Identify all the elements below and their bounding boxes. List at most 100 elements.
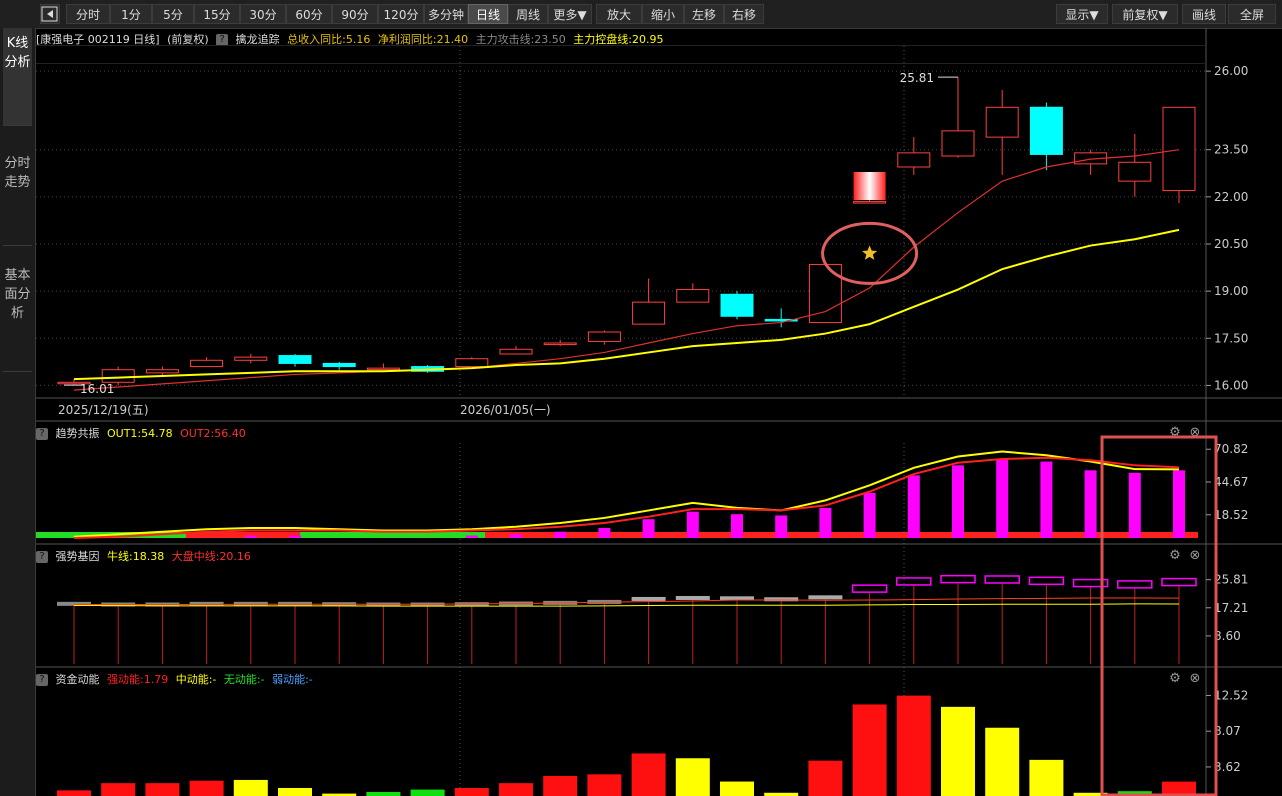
high-label: 25.81 xyxy=(900,71,934,85)
bar xyxy=(1084,470,1097,538)
y-tick-label: 3.62 xyxy=(1214,760,1241,774)
candle-body xyxy=(1162,106,1196,192)
fund-bar xyxy=(1029,759,1064,796)
y-tick-label: 19.00 xyxy=(1214,284,1248,298)
candle-body xyxy=(543,342,577,346)
fund-bar xyxy=(233,779,268,796)
fund-bar xyxy=(189,780,224,796)
fund-bar xyxy=(410,789,445,796)
candle-body xyxy=(499,348,533,355)
date-label: 2026/01/05(一) xyxy=(460,403,551,417)
gene-bar xyxy=(851,584,888,593)
candle-body xyxy=(1029,106,1063,155)
candle-body xyxy=(234,356,268,361)
candle-body xyxy=(720,293,754,317)
bar xyxy=(819,507,832,538)
gene-bar xyxy=(896,577,932,586)
y-tick-label: 8.60 xyxy=(1214,629,1241,643)
y-tick-label: 70.82 xyxy=(1214,442,1248,456)
bar xyxy=(1128,472,1141,538)
bar xyxy=(731,514,743,538)
bar xyxy=(996,459,1009,538)
bar xyxy=(1173,470,1185,538)
fund-bar xyxy=(57,790,91,796)
gene-bar xyxy=(1028,576,1065,586)
fund-bar xyxy=(454,787,489,796)
gene-bar xyxy=(984,575,1020,584)
gene-bar xyxy=(189,601,224,606)
bar xyxy=(907,475,920,538)
y-tick-label: 8.07 xyxy=(1214,724,1241,738)
candle-body xyxy=(101,369,135,383)
ma-line xyxy=(73,149,1180,391)
candle-body xyxy=(676,289,710,303)
candle-body xyxy=(897,152,931,168)
bar xyxy=(465,535,478,538)
bar xyxy=(952,465,964,538)
fund-bar xyxy=(631,753,666,796)
star-icon xyxy=(862,245,878,260)
gene-bar xyxy=(1117,580,1153,589)
chart-canvas[interactable]: 26.00 23.50 22.00 20.50 19.00 17.50 16.00 25.81… xyxy=(0,0,1282,796)
fund-bar xyxy=(808,760,843,796)
candle-body xyxy=(145,369,179,374)
bar xyxy=(510,534,522,538)
fund-bar xyxy=(852,704,887,796)
candle-body xyxy=(587,331,621,342)
fund-bar xyxy=(720,781,754,796)
baseline-green xyxy=(300,532,485,538)
candle-body xyxy=(366,367,400,371)
candle-body xyxy=(941,130,975,157)
y-tick-label: 44.67 xyxy=(1214,475,1248,489)
gene-bar xyxy=(764,597,799,602)
y-tick-label: 22.00 xyxy=(1214,190,1248,204)
fund-bar xyxy=(985,727,1020,796)
series-line xyxy=(73,450,1180,538)
candle-body xyxy=(985,106,1019,138)
y-tick-label: 18.52 xyxy=(1214,508,1248,522)
bar xyxy=(244,535,257,538)
candle-body xyxy=(322,362,356,368)
fund-bar xyxy=(675,758,710,796)
fund-bar xyxy=(278,787,312,796)
y-tick-label: 17.21 xyxy=(1214,601,1248,615)
candle-body xyxy=(190,359,224,368)
gene-bar xyxy=(675,595,710,600)
gene-bar xyxy=(808,595,843,600)
y-tick-label: 26.00 xyxy=(1214,64,1248,78)
candle-body xyxy=(455,358,489,368)
bar xyxy=(642,519,655,538)
gene-bar xyxy=(631,596,666,601)
series-line xyxy=(73,456,1180,539)
candle-body xyxy=(1118,161,1152,182)
candle-body xyxy=(278,355,312,364)
highlight-box xyxy=(1100,435,1218,796)
date-label: 2025/12/19(五) xyxy=(58,403,149,417)
y-tick-label: 25.81 xyxy=(1214,573,1248,587)
fund-bar xyxy=(499,783,533,796)
bar xyxy=(289,535,301,538)
y-tick-label: 12.52 xyxy=(1214,688,1248,702)
candle-body xyxy=(853,201,887,204)
candle-body xyxy=(632,301,666,325)
bar xyxy=(775,515,788,538)
fund-bar xyxy=(587,774,622,796)
limit-up-candle xyxy=(853,172,886,200)
bar xyxy=(598,527,611,538)
y-tick-label: 16.00 xyxy=(1214,378,1248,392)
bar xyxy=(686,511,699,538)
bar xyxy=(554,531,567,538)
fund-bar xyxy=(896,695,931,796)
fund-bar xyxy=(543,775,578,796)
fund-bar xyxy=(941,706,975,796)
y-tick-label: 17.50 xyxy=(1214,331,1248,345)
gene-bar xyxy=(1161,577,1197,587)
bar xyxy=(1040,461,1053,538)
low-label: 16.01 xyxy=(80,382,114,396)
fund-bar xyxy=(366,791,401,796)
fund-bar xyxy=(145,783,180,796)
gene-bar xyxy=(940,574,976,584)
fund-bar xyxy=(101,783,136,796)
bar xyxy=(863,492,876,538)
y-tick-label: 20.50 xyxy=(1214,237,1248,251)
